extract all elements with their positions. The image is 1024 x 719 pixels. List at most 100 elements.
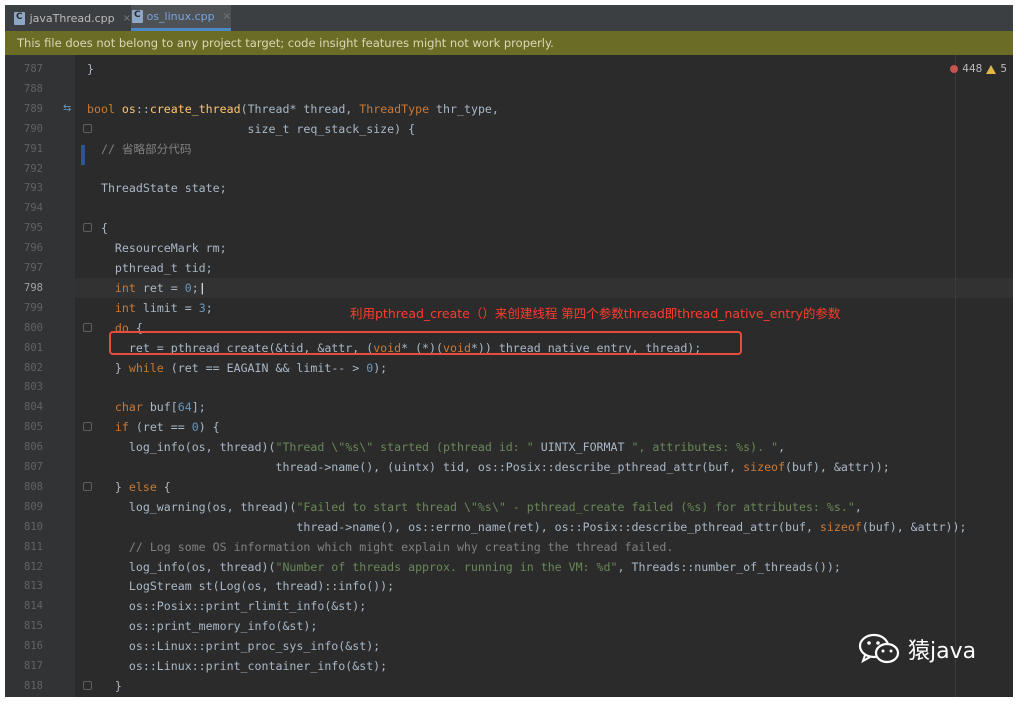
code-line[interactable]: 803 <box>5 377 1013 397</box>
code-line[interactable]: 797 pthread_t tid; <box>5 258 1013 278</box>
code-line[interactable]: 792 <box>5 159 1013 179</box>
tab-javathread-cpp[interactable]: javaThread.cpp × <box>13 5 131 31</box>
line-number: 818 <box>24 679 43 692</box>
code-token: } <box>87 360 129 375</box>
code-text: char buf[64]; <box>87 397 206 417</box>
code-line[interactable]: 789 ⇆ bool os::create_thread(Thread* threa… <box>5 99 1013 119</box>
code-token: thread->name(), (uintx) tid, os::Posix::… <box>87 460 744 474</box>
code-token: } <box>87 479 129 494</box>
code-token: int <box>87 300 136 315</box>
code-token: { <box>87 221 108 236</box>
code-line[interactable]: 813 LogStream st(Log(os, thread)::info()… <box>5 576 1013 596</box>
code-line[interactable]: 796 ResourceMark rm; <box>5 238 1013 258</box>
code-text: } while (ret == EAGAIN && limit-- > 0); <box>87 358 387 378</box>
code-line[interactable]: 805 if (ret == 0) { <box>5 417 1013 437</box>
code-token: else <box>128 479 157 494</box>
code-token: create_thread <box>149 101 241 116</box>
code-token: 0 <box>184 280 192 295</box>
close-tab-icon[interactable]: × <box>123 13 131 24</box>
code-token: while <box>128 360 164 375</box>
code-line[interactable]: 802 } while (ret == EAGAIN && limit-- > … <box>5 358 1013 378</box>
annotation-highlight-box <box>109 331 742 355</box>
line-number: 814 <box>24 600 43 613</box>
close-tab-icon[interactable]: × <box>223 11 231 22</box>
code-token: sizeof <box>819 519 862 534</box>
code-token: thr_type, <box>429 101 499 116</box>
code-token: (ret == EAGAIN && limit-- > <box>163 360 367 375</box>
code-text: os::Linux::print_container_info(&st); <box>87 656 387 676</box>
code-text: log_warning(os, thread)("Failed to start… <box>87 497 862 517</box>
line-number: 802 <box>24 361 43 374</box>
code-line[interactable]: 787} <box>5 59 1013 79</box>
warning-count: 5 <box>1000 63 1007 75</box>
code-line[interactable]: 790 size_t req_stack_size) { <box>5 119 1013 139</box>
line-number: 801 <box>24 341 43 354</box>
editor-tab-bar: javaThread.cpp × os_linux.cpp × <box>5 5 1013 31</box>
code-line[interactable]: 788 <box>5 79 1013 99</box>
line-number: 809 <box>24 500 43 513</box>
line-number: 788 <box>24 82 43 95</box>
error-count: 448 <box>962 63 983 75</box>
code-line[interactable]: 810 thread->name(), os::errno_name(ret),… <box>5 517 1013 537</box>
code-line[interactable]: 794 <box>5 198 1013 218</box>
code-token: 0 <box>191 420 199 435</box>
code-token: , Threads::number_of_threads()); <box>617 559 841 574</box>
code-line[interactable]: 812 log_info(os, thread)("Number of thre… <box>5 557 1013 577</box>
code-token: log_info(os, thread)( <box>87 440 276 455</box>
line-number: 806 <box>24 441 43 454</box>
code-line[interactable]: 791 // 省略部分代码 <box>5 139 1013 159</box>
line-number: 796 <box>24 242 43 255</box>
line-number: 791 <box>24 142 43 155</box>
line-number: 804 <box>24 401 43 414</box>
code-line[interactable]: 808 } else { <box>5 477 1013 497</box>
code-text: ThreadState state; <box>87 178 227 198</box>
inspection-widget[interactable]: 448 5 <box>950 63 1007 75</box>
code-text: int limit = 3; <box>87 298 213 318</box>
line-number: 794 <box>24 202 43 215</box>
code-line[interactable]: 806 log_info(os, thread)("Thread \"%s\" … <box>5 437 1013 457</box>
line-number: 808 <box>24 480 43 493</box>
code-token: 3 <box>198 300 206 315</box>
tab-label: os_linux.cpp <box>146 10 215 23</box>
text-cursor: | <box>198 280 206 295</box>
code-line[interactable]: 793 ThreadState state; <box>5 178 1013 198</box>
code-token: ]; <box>191 400 206 415</box>
line-number: 797 <box>24 262 43 274</box>
code-token: if <box>87 420 129 435</box>
code-line[interactable]: 814 os::Posix::print_rlimit_info(&st); <box>5 596 1013 616</box>
override-icon[interactable]: ⇆ <box>63 99 71 119</box>
code-token: os::print_memory_info(&st); <box>87 619 318 634</box>
code-line[interactable]: 807 thread->name(), (uintx) tid, os::Pos… <box>5 457 1013 477</box>
code-text: // 省略部分代码 <box>87 139 192 159</box>
project-warning-banner: This file does not belong to any project… <box>5 31 1013 55</box>
code-line[interactable]: 804 char buf[64]; <box>5 397 1013 417</box>
code-token: LogStream st(Log(os, thread)::info()); <box>87 579 395 594</box>
code-token: 64 <box>177 400 192 415</box>
code-text: size_t req_stack_size) { <box>87 119 416 139</box>
cpp-file-icon <box>13 11 26 25</box>
code-token: (buf), &attr)); <box>785 460 890 474</box>
code-text: } else { <box>87 477 171 497</box>
code-token: os::Linux::print_proc_sys_info(&st); <box>87 639 381 654</box>
code-line[interactable]: 798 int ret = 0;| <box>5 278 1013 298</box>
tab-os-linux-cpp[interactable]: os_linux.cpp × <box>131 5 231 31</box>
code-token: (buf), &attr)); <box>861 519 967 534</box>
code-line[interactable]: 811 // Log some OS information which mig… <box>5 537 1013 557</box>
code-token: os::Linux::print_container_info(&st); <box>87 659 388 673</box>
code-token: log_warning(os, thread)( <box>87 499 297 514</box>
line-number: 789 <box>24 102 43 115</box>
code-line[interactable]: 809 log_warning(os, thread)("Failed to s… <box>5 497 1013 517</box>
code-text: os::Posix::print_rlimit_info(&st); <box>87 596 366 616</box>
code-line[interactable]: 818 } <box>5 676 1013 696</box>
code-text: LogStream st(Log(os, thread)::info()); <box>87 576 394 596</box>
code-text: } <box>87 59 94 79</box>
wechat-logo-icon <box>858 633 900 664</box>
code-token: thread->name(), os::errno_name(ret), os:… <box>87 519 820 534</box>
line-number: 799 <box>24 301 43 314</box>
code-token: size_t req_stack_size) { <box>87 121 416 136</box>
code-token: , <box>778 440 786 455</box>
code-text: thread->name(), os::errno_name(ret), os:… <box>87 517 967 537</box>
code-text: os::Linux::print_proc_sys_info(&st); <box>87 636 380 656</box>
code-line[interactable]: 795 { <box>5 218 1013 238</box>
code-token: } <box>87 678 122 693</box>
